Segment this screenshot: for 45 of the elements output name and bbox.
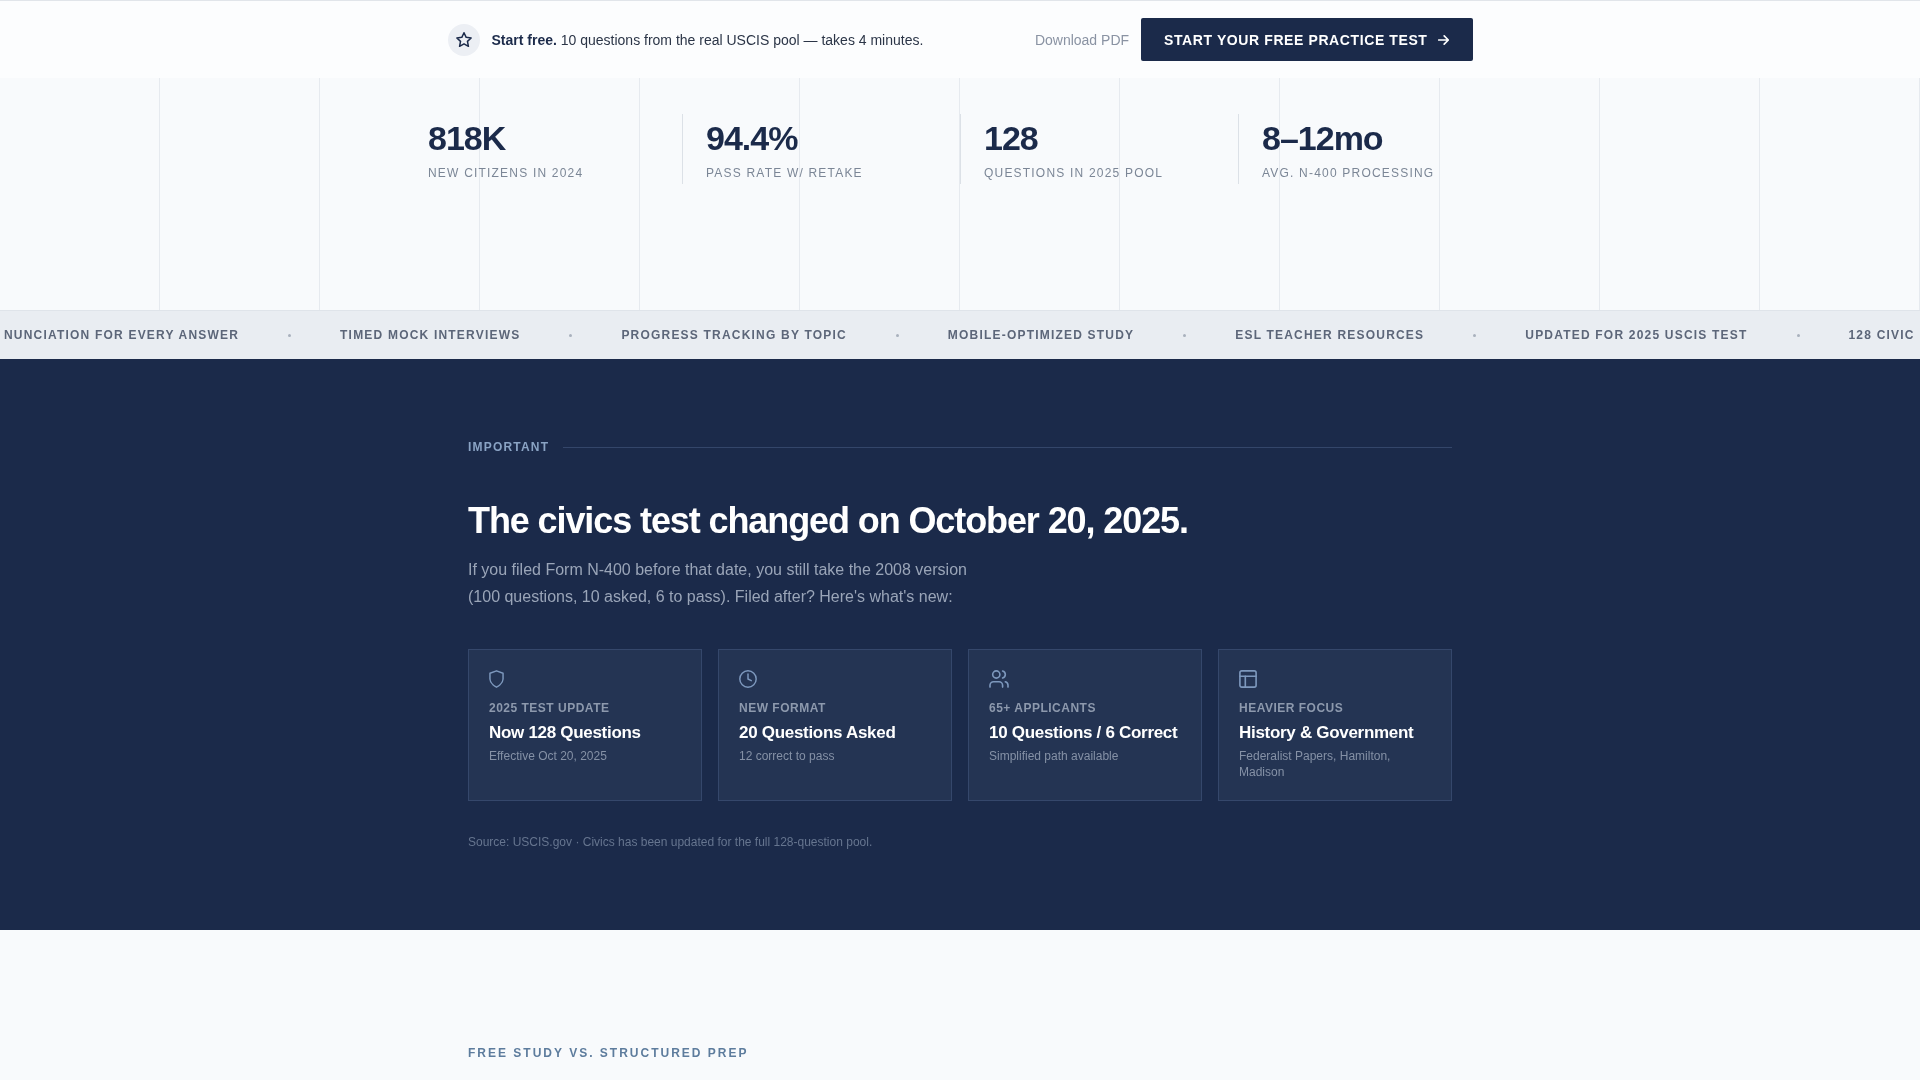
card-title: 10 Questions / 6 Correct <box>989 722 1179 744</box>
source-note: Source: USCIS.gov · Civics has been updated for the full 128-question pool. <box>468 834 874 850</box>
stat-value: 818K <box>428 118 507 159</box>
separator-dot-icon <box>569 333 573 337</box>
separator-dot-icon <box>895 333 899 337</box>
ticker-item: MOBILE-OPTIMIZED STUDY <box>947 327 1135 343</box>
ticker-item: ESL TEACHER RESOURCES <box>1235 327 1425 343</box>
card-title: Now 128 Questions <box>489 722 642 744</box>
stat-value: 94.4% <box>706 118 799 159</box>
card-note: Federalist Papers, Hamilton, Madison <box>1239 748 1392 780</box>
section-eyebrow: FREE STUDY VS. STRUCTURED PREP <box>468 1045 749 1061</box>
promo-text: Start free. 10 questions from the real USCIS pool — takes 4 minutes. <box>491 31 924 48</box>
card-note: Effective Oct 20, 2025 <box>489 748 608 764</box>
card-title: History & Government <box>1239 722 1415 744</box>
separator-dot-icon <box>1183 333 1187 337</box>
stat-label: PASS RATE W/ RETAKE <box>706 165 864 181</box>
users-icon <box>989 670 1009 688</box>
card-label: HEAVIER FOCUS <box>1239 700 1345 716</box>
card-label: NEW FORMAT <box>739 700 827 716</box>
card-label: 2025 TEST UPDATE <box>489 700 611 716</box>
ticker-item: 128 CIVIC <box>1848 327 1915 343</box>
separator-dot-icon <box>1796 333 1800 337</box>
clock-icon <box>739 670 757 688</box>
ticker-item: PROGRESS TRACKING BY TOPIC <box>621 327 847 343</box>
section-intro: If you filed Form N-400 before that date, you still take the 2008 version (100 questions, 10 asked, 6 to pass). Filed after? Here's what's new: <box>468 560 968 607</box>
stat-label: NEW CITIZENS IN 2024 <box>428 165 585 181</box>
card-label: 65+ APPLICANTS <box>989 700 1097 716</box>
section-heading: The civics test changed on October 20, 2025. <box>468 499 1189 543</box>
ticker-item: UPDATED FOR 2025 USCIS TEST <box>1525 327 1748 343</box>
card-note: Simplified path available <box>989 748 1120 764</box>
separator-dot-icon <box>288 333 292 337</box>
start-test-button[interactable]: START YOUR FREE PRACTICE TEST <box>1141 18 1473 61</box>
section-eyebrow: IMPORTANT <box>468 439 550 455</box>
stat-value: 128 <box>984 118 1039 159</box>
separator-dot-icon <box>1473 333 1477 337</box>
stat-label: AVG. N-400 PROCESSING <box>1262 165 1436 181</box>
stat-value: 8–12mo <box>1262 118 1384 159</box>
arrow-right-icon <box>1437 34 1449 45</box>
card-note: 12 correct to pass <box>739 748 836 764</box>
shield-icon <box>489 670 504 688</box>
stat-label: QUESTIONS IN 2025 POOL <box>984 165 1165 181</box>
layout-panel-icon <box>1239 670 1257 688</box>
ticker-item: NUNCIATION FOR EVERY ANSWER <box>4 327 240 343</box>
ticker-item: TIMED MOCK INTERVIEWS <box>340 327 521 343</box>
card-title: 20 Questions Asked <box>739 722 897 744</box>
